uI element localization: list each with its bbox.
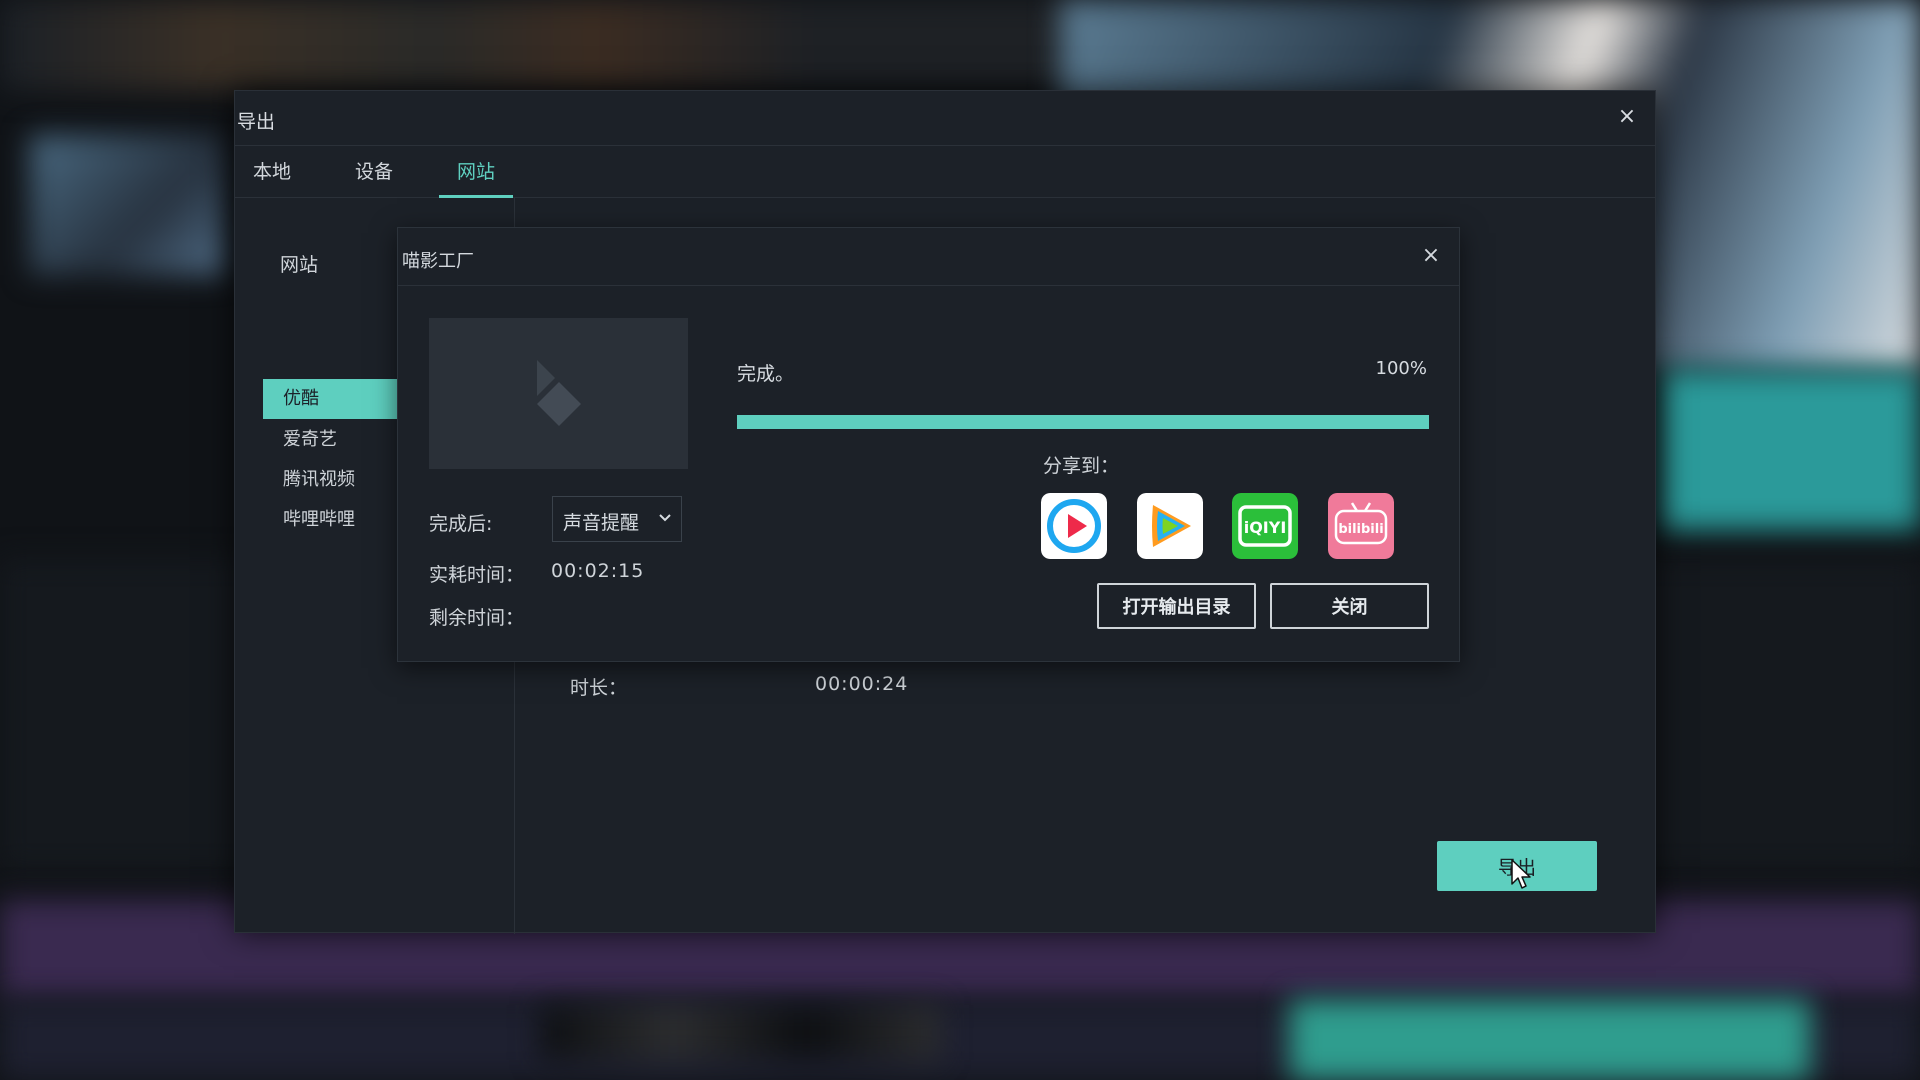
remaining-time-label: 剩余时间： — [429, 607, 525, 629]
tab-device[interactable]: 设备 — [337, 146, 411, 198]
duration-label: 时长： — [570, 677, 628, 699]
progress-percent: 100% — [1375, 358, 1427, 379]
after-completion-label: 完成后: — [429, 513, 493, 535]
elapsed-time-label: 实耗时间： — [429, 564, 525, 586]
sidebar-item-youku[interactable]: 优酷 — [263, 379, 397, 419]
filmora-logo-icon — [537, 360, 581, 426]
chevron-down-icon — [659, 514, 671, 522]
close-icon[interactable]: × — [1419, 244, 1443, 268]
tab-local[interactable]: 本地 — [235, 146, 309, 198]
tencent-video-icon[interactable] — [1137, 493, 1203, 559]
sidebar-heading: 网站 — [280, 254, 319, 276]
export-window-title: 导出 — [237, 111, 276, 133]
close-icon[interactable]: × — [1615, 105, 1639, 129]
export-status-text: 完成。 — [737, 363, 795, 385]
timeline-clip-blur — [1290, 1000, 1810, 1080]
elapsed-time-value: 00:02:15 — [551, 560, 645, 582]
preview-overlay-blur — [1660, 370, 1920, 530]
open-output-folder-button[interactable]: 打开输出目录 — [1097, 583, 1256, 629]
after-completion-select[interactable]: 声音提醒 — [552, 496, 682, 542]
export-tabs: 本地 设备 网站 — [235, 146, 1655, 198]
iqiyi-icon[interactable]: iQIYI — [1232, 493, 1298, 559]
after-completion-value: 声音提醒 — [563, 512, 640, 534]
export-window-titlebar: 导出 × — [235, 91, 1655, 146]
mouse-cursor-icon — [1511, 859, 1531, 889]
export-progress-dialog: 喵影工厂 × 完成后: 声音提醒 实耗时间： 00:02:15 剩余时间： 完成… — [397, 227, 1460, 662]
video-thumbnail — [429, 318, 688, 469]
progress-bar-fill — [737, 415, 1429, 429]
sidebar-item-tencent[interactable]: 腾讯视频 — [263, 460, 397, 500]
close-dialog-button[interactable]: 关闭 — [1270, 583, 1429, 629]
timeline-filmstrip-blur — [540, 1005, 940, 1060]
bilibili-icon-text: bilibili — [1338, 522, 1383, 537]
media-thumbnail-blur — [30, 135, 225, 275]
progress-bar — [737, 415, 1429, 429]
media-library-blur — [0, 0, 1080, 90]
dialog-title: 喵影工厂 — [402, 251, 474, 272]
duration-value: 00:00:24 — [815, 673, 909, 695]
share-to-label: 分享到： — [1043, 455, 1120, 477]
bilibili-icon[interactable]: bilibili — [1328, 493, 1394, 559]
youku-icon[interactable] — [1041, 493, 1107, 559]
sidebar-item-iqiyi[interactable]: 爱奇艺 — [263, 420, 397, 460]
iqiyi-icon-text: iQIYI — [1244, 518, 1287, 537]
dialog-titlebar: 喵影工厂 × — [398, 228, 1459, 286]
sidebar-item-bilibili[interactable]: 哔哩哔哩 — [263, 500, 397, 540]
tab-website[interactable]: 网站 — [439, 146, 514, 198]
